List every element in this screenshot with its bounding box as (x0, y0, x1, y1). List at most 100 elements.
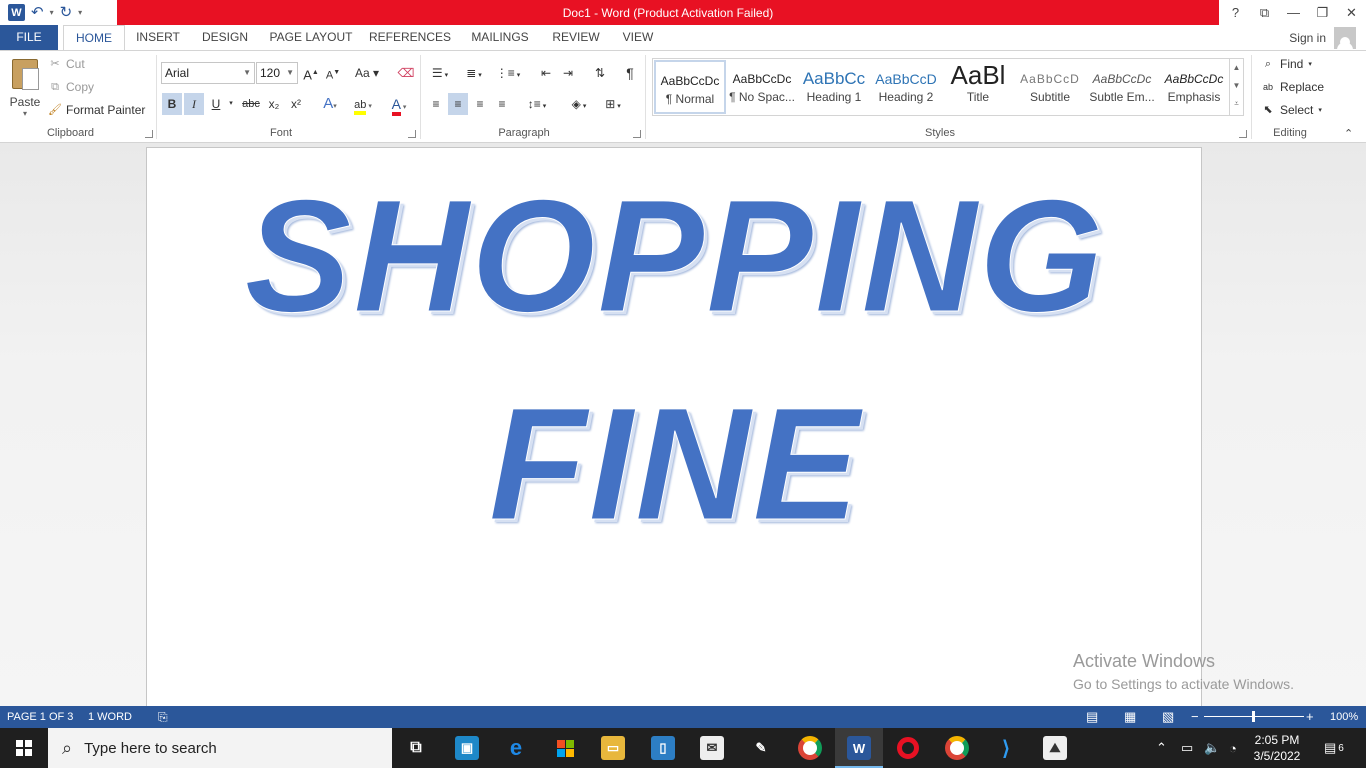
opera-icon[interactable] (896, 736, 920, 760)
align-right-icon[interactable]: ≡ (470, 93, 490, 115)
style-subtle-emphasis[interactable]: AaBbCcDc Subtle Em... (1086, 60, 1158, 114)
close-button[interactable]: ✕ (1337, 5, 1366, 21)
wordart-line-1[interactable]: SHOPPING (147, 175, 1203, 336)
tab-references[interactable]: REFERENCES (368, 25, 452, 50)
tab-mailings[interactable]: MAILINGS (463, 25, 537, 50)
font-color-icon[interactable]: A ▾ (384, 93, 414, 116)
collapse-ribbon-icon[interactable]: ⌃ (1344, 127, 1353, 140)
undo-icon[interactable]: ↶ (31, 5, 44, 20)
word-count[interactable]: 1 WORD (88, 706, 132, 728)
task-view-icon[interactable]: ⧉ (404, 736, 428, 760)
format-painter-button[interactable]: 🖌 Format Painter (48, 103, 145, 117)
font-name-combo[interactable]: Arial ▼ (161, 62, 255, 84)
increase-indent-icon[interactable]: ⇥ (558, 62, 578, 84)
photos-icon[interactable]: ⛰ (1043, 736, 1067, 760)
notification-center-icon[interactable]: ▤ 6 (1324, 728, 1344, 768)
word-app-icon[interactable]: W (8, 4, 25, 21)
chrome-icon[interactable] (798, 736, 822, 760)
paint-icon[interactable]: ✎ (749, 736, 773, 760)
start-button[interactable] (0, 728, 48, 768)
grow-font-button[interactable]: A▲ (302, 62, 320, 84)
replace-button[interactable]: ab Replace (1261, 80, 1324, 94)
multilevel-list-icon[interactable]: ⋮≡ ▾ (494, 62, 522, 84)
tab-view[interactable]: VIEW (616, 25, 660, 50)
style-emphasis[interactable]: AaBbCcDc Emphasis (1158, 60, 1230, 114)
style-no-spacing[interactable]: AaBbCcDc ¶ No Spac... (726, 60, 798, 114)
style-normal[interactable]: AaBbCcDc ¶ Normal (654, 60, 726, 114)
align-center-icon[interactable]: ≡ (448, 93, 468, 115)
mail-icon[interactable]: ✉ (700, 736, 724, 760)
clipboard-launcher-icon[interactable] (145, 130, 153, 138)
read-mode-icon[interactable]: ▤ (1086, 706, 1098, 728)
highlight-color-icon[interactable]: ab ▾ (348, 93, 378, 115)
remote-desktop-icon[interactable]: ▣ (455, 736, 479, 760)
justify-icon[interactable]: ≡ (492, 93, 512, 115)
battery-icon[interactable]: ▭ (1181, 728, 1193, 768)
bold-button[interactable]: B (162, 93, 182, 115)
avatar-icon[interactable] (1334, 26, 1356, 49)
document-page[interactable]: SHOPPING FINE (146, 147, 1202, 706)
find-button[interactable]: ⌕ Find ▾ (1261, 57, 1312, 71)
align-left-icon[interactable]: ≡ (426, 93, 446, 115)
gallery-down-icon[interactable]: ▼ (1230, 77, 1243, 95)
customize-qat-icon[interactable]: ▾ (78, 8, 82, 17)
select-button[interactable]: ⬉ Select ▾ (1261, 103, 1321, 117)
proofing-icon[interactable]: ⎘ (158, 706, 168, 728)
tab-home[interactable]: HOME (63, 25, 125, 51)
tab-insert[interactable]: INSERT (130, 25, 186, 50)
cut-button[interactable]: ✂ Cut (48, 57, 84, 71)
tab-page-layout[interactable]: PAGE LAYOUT (264, 25, 358, 50)
app-icon[interactable]: ▯ (651, 736, 675, 760)
clear-formatting-icon[interactable]: ⌫ (396, 62, 416, 84)
change-case-button[interactable]: Aa ▾ (352, 62, 382, 84)
borders-icon[interactable]: ⊞ ▾ (598, 93, 628, 115)
print-layout-icon[interactable]: ▦ (1124, 706, 1136, 728)
help-button[interactable]: ? (1221, 5, 1250, 20)
numbering-icon[interactable]: ≣ ▾ (460, 62, 488, 84)
superscript-button[interactable]: x² (286, 93, 306, 115)
styles-launcher-icon[interactable] (1239, 130, 1247, 138)
tab-review[interactable]: REVIEW (547, 25, 605, 50)
italic-button[interactable]: I (184, 93, 204, 115)
ribbon-display-options-button[interactable]: ⧉ (1250, 5, 1279, 21)
minimize-button[interactable]: — (1279, 5, 1308, 20)
zoom-slider-thumb[interactable] (1252, 711, 1255, 722)
line-spacing-icon[interactable]: ↕≡ ▾ (522, 93, 552, 115)
style-heading-1[interactable]: AaBbCc Heading 1 (798, 60, 870, 114)
style-heading-2[interactable]: AaBbCcD Heading 2 (870, 60, 942, 114)
style-title[interactable]: AaBl Title (942, 60, 1014, 114)
subscript-button[interactable]: x₂ (264, 93, 284, 115)
wordart-line-2[interactable]: FINE (147, 383, 1203, 544)
copy-button[interactable]: ⧉ Copy (48, 80, 94, 94)
sort-icon[interactable]: ⇅ (590, 62, 610, 84)
redo-icon[interactable]: ↻ (60, 5, 73, 20)
vscode-icon[interactable]: ⟩ (994, 736, 1018, 760)
font-size-combo[interactable]: 120 ▼ (256, 62, 298, 84)
paste-button[interactable]: Paste ▾ (8, 57, 42, 121)
shrink-font-button[interactable]: A▼ (324, 62, 342, 84)
shading-icon[interactable]: ◈ ▾ (564, 93, 594, 115)
sign-in-link[interactable]: Sign in (1289, 31, 1326, 45)
clock[interactable]: 2:05 PM 3/5/2022 (1252, 732, 1302, 764)
font-launcher-icon[interactable] (408, 130, 416, 138)
strikethrough-button[interactable]: abc (240, 93, 262, 115)
paragraph-launcher-icon[interactable] (633, 130, 641, 138)
text-effects-icon[interactable]: A▾ (316, 93, 344, 115)
bullets-icon[interactable]: ☰ ▾ (426, 62, 454, 84)
show-hide-marks-button[interactable]: ¶ (620, 62, 640, 84)
tab-design[interactable]: DESIGN (196, 25, 254, 50)
zoom-level[interactable]: 100% (1330, 706, 1358, 728)
underline-button[interactable]: U (206, 93, 226, 115)
edge-icon[interactable]: e (504, 735, 528, 760)
network-icon[interactable]: ◔ (1229, 728, 1237, 768)
zoom-out-icon[interactable]: − (1191, 706, 1199, 728)
zoom-in-icon[interactable]: + (1306, 706, 1314, 728)
store-icon[interactable] (553, 736, 577, 760)
maximize-button[interactable]: ❐ (1308, 5, 1337, 21)
page-count[interactable]: PAGE 1 OF 3 (7, 706, 73, 728)
web-layout-icon[interactable]: ▧ (1162, 706, 1174, 728)
gallery-up-icon[interactable]: ▲ (1230, 59, 1243, 77)
undo-dropdown-icon[interactable]: ▾ (50, 8, 54, 17)
style-subtitle[interactable]: AaBbCcD Subtitle (1014, 60, 1086, 114)
volume-icon[interactable]: 🔈 (1204, 728, 1220, 768)
